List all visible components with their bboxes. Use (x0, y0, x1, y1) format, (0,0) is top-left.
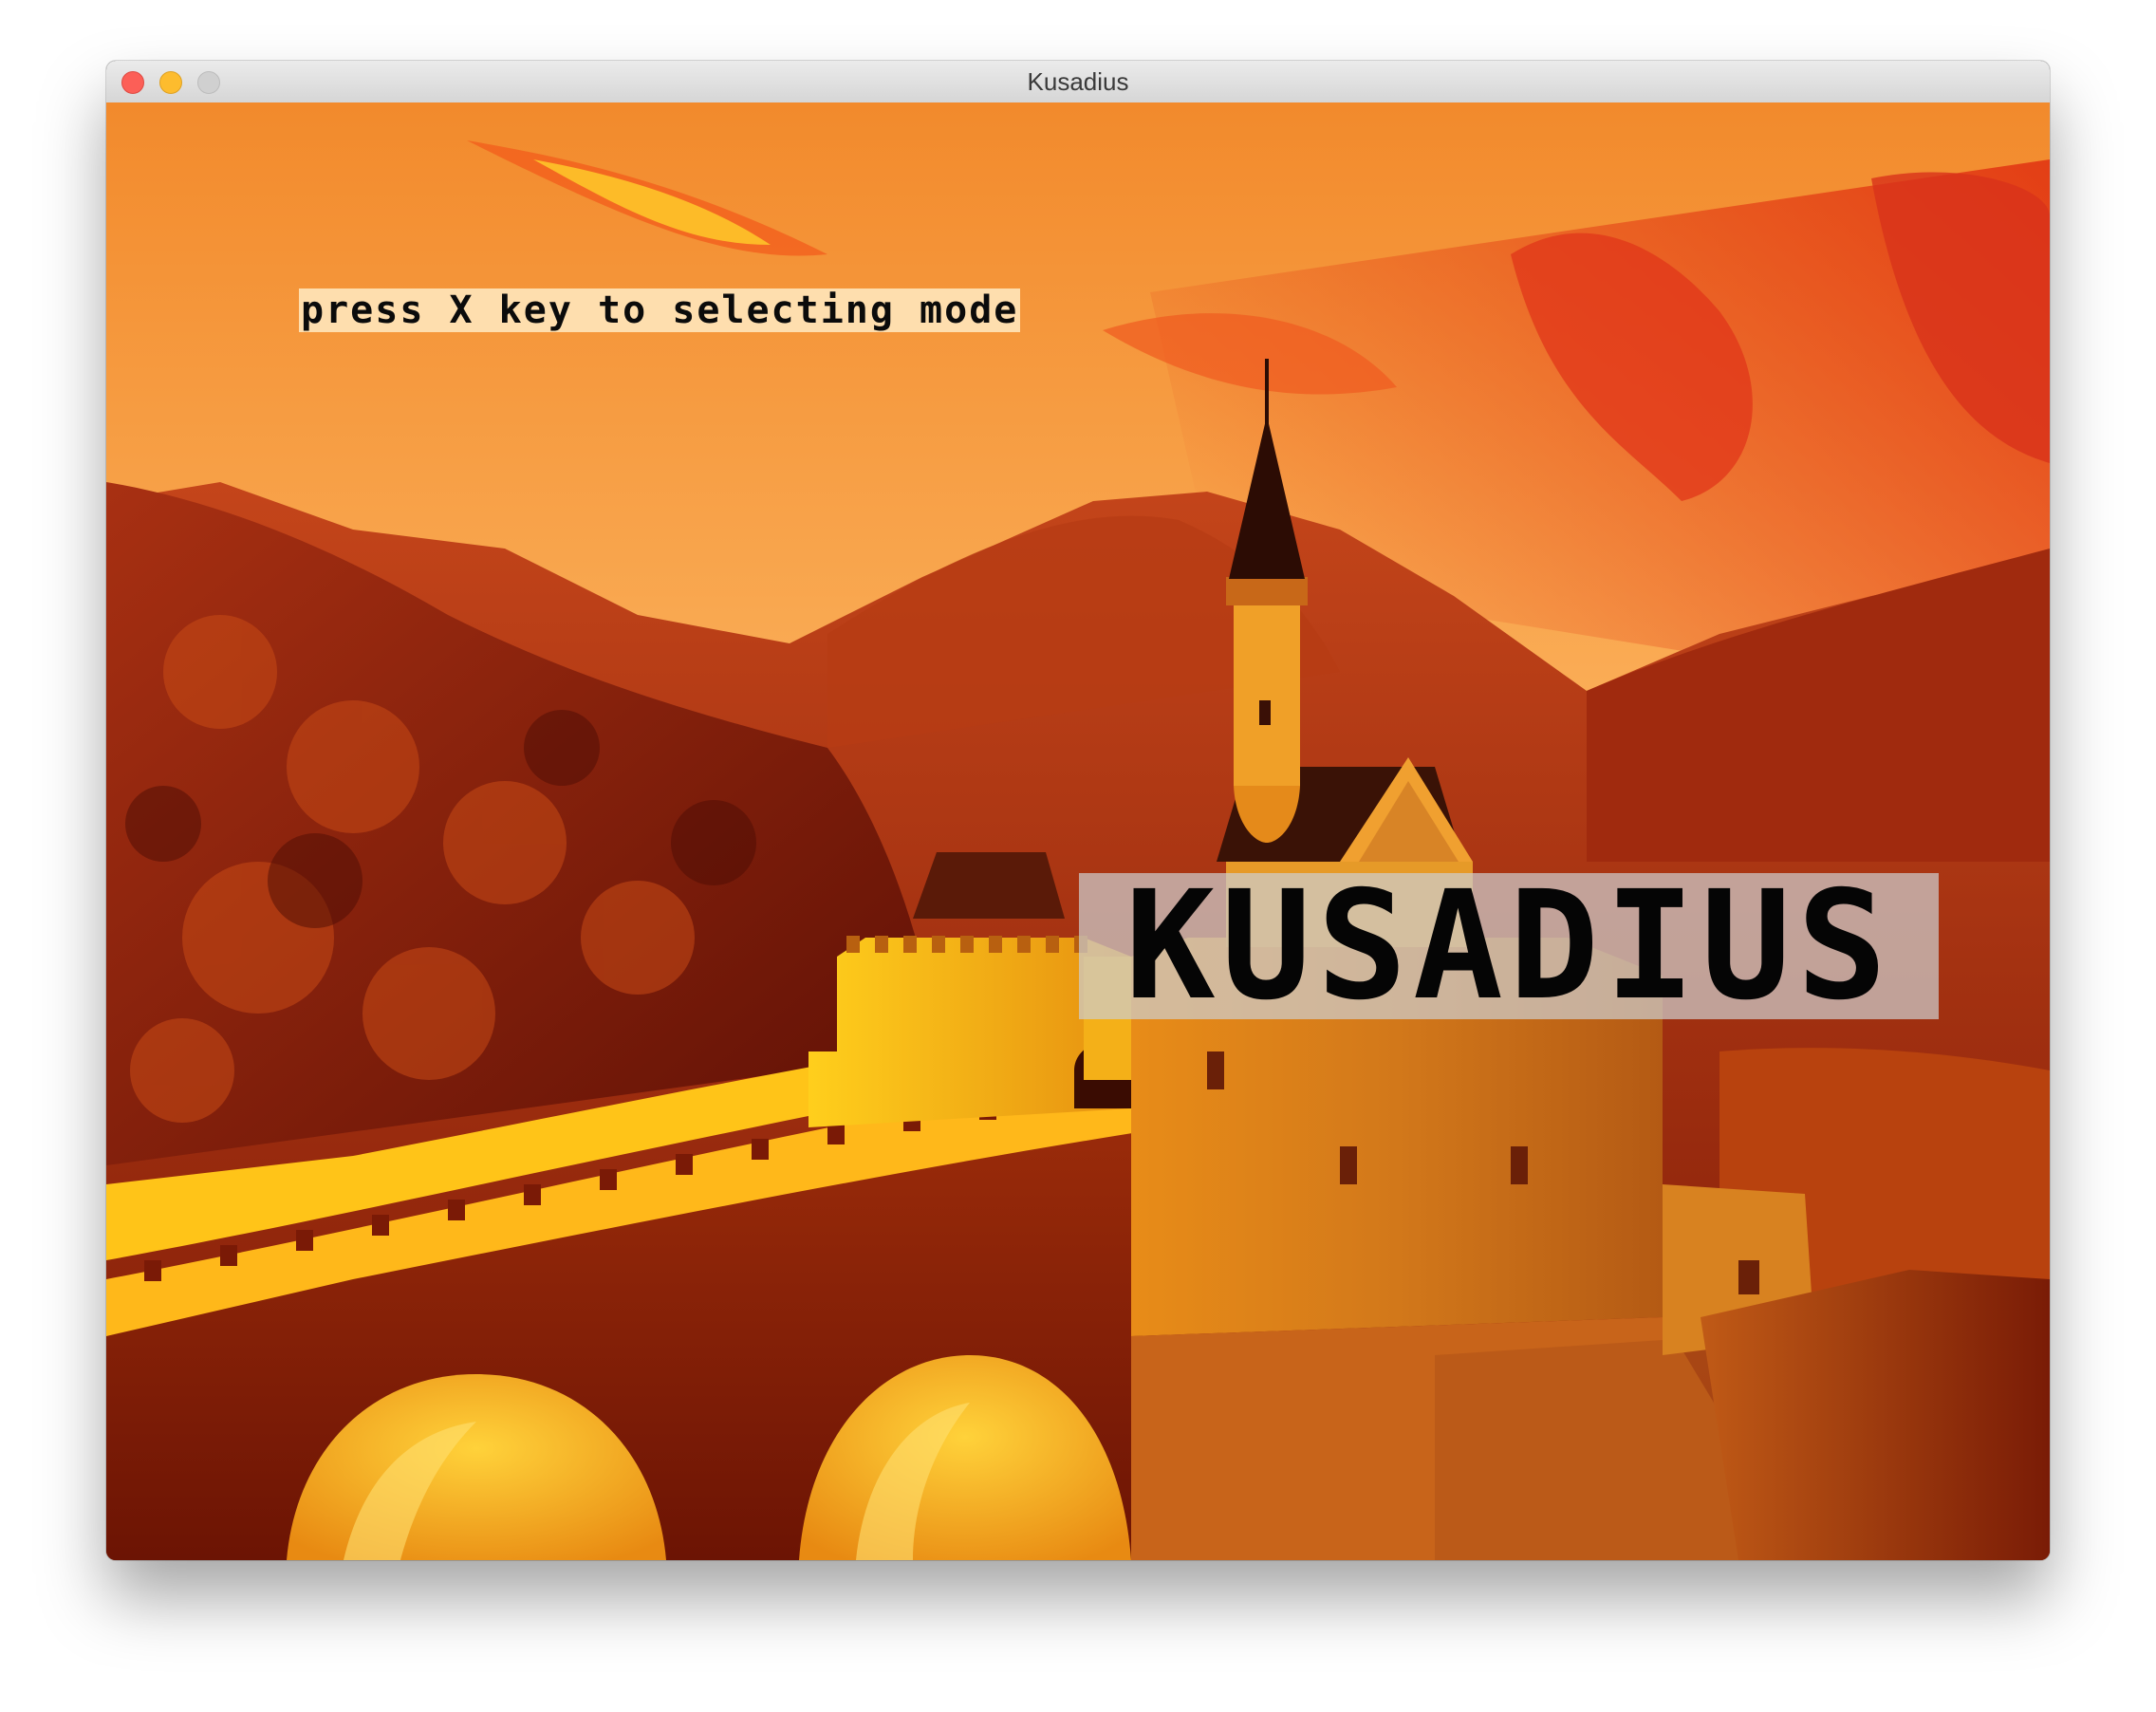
window-title: Kusadius (1027, 67, 1129, 96)
title-bar[interactable]: Kusadius (106, 61, 2050, 103)
app-window: Kusadius press X key to selecting mode K… (106, 61, 2050, 1560)
game-logo: KUSADIUS (1079, 873, 1939, 1019)
game-canvas[interactable]: press X key to selecting mode KUSADIUS (106, 102, 2050, 1560)
mode-select-hint: press X key to selecting mode (299, 288, 1021, 332)
